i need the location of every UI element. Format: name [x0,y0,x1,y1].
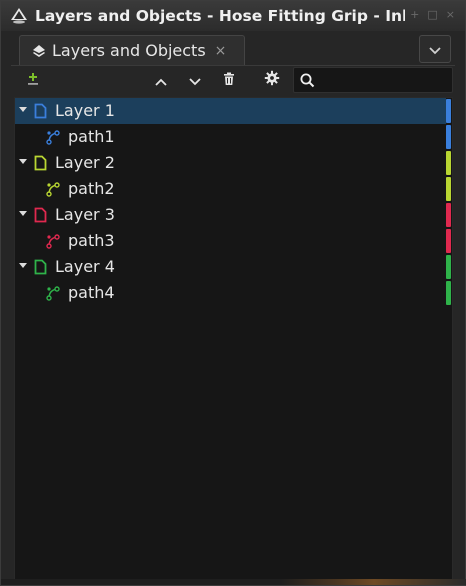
layer-color-tag[interactable] [446,229,451,253]
search-icon [300,73,315,92]
object-label: path3 [68,231,115,250]
expander-triangle-icon[interactable] [19,263,27,268]
add-layer-icon [26,71,40,90]
layer-color-tag[interactable] [446,125,451,149]
window-title: Layers and Objects - Hose Fitting Grip -… [35,7,405,25]
expander-triangle-icon[interactable] [19,211,27,216]
layer-color-tag[interactable] [446,203,451,227]
window-close-button[interactable]: × [446,8,455,21]
layers-icon [32,44,46,58]
delete-button[interactable] [215,66,243,94]
window-titlebar[interactable]: Layers and Objects - Hose Fitting Grip -… [1,1,465,31]
gear-icon [264,70,280,90]
layers-tree: Layer 1 path1 Layer 2 path2 Layer 3 path… [14,97,453,581]
layer-color-tag[interactable] [446,281,451,305]
path-node-icon [45,181,61,201]
tab-layers-and-objects[interactable]: Layers and Objects × [19,35,245,65]
move-up-button[interactable] [147,66,175,94]
expander-triangle-icon[interactable] [19,107,27,112]
object-row-4[interactable]: path4 [15,280,446,306]
object-label: path1 [68,127,115,146]
object-row-1[interactable]: path1 [15,124,446,150]
expander-triangle-icon[interactable] [19,159,27,164]
layer-page-icon [34,103,47,123]
layer-row-3[interactable]: Layer 3 [15,202,446,228]
window-bottom-edge [1,579,466,585]
path-node-icon [45,233,61,253]
layer-page-icon [34,155,47,175]
object-label: path4 [68,283,115,302]
window-controls: + □ × [410,8,455,21]
layer-color-tag[interactable] [446,255,451,279]
layer-page-icon [34,259,47,279]
add-layer-button[interactable] [19,66,47,94]
dock-panel: Layers and Objects × Layer 1 path1 Layer… [11,31,455,581]
layer-color-tag[interactable] [446,151,451,175]
chevron-up-icon [155,71,167,90]
tab-label: Layers and Objects [52,41,206,60]
object-row-2[interactable]: path2 [15,176,446,202]
path-node-icon [45,129,61,149]
layer-label: Layer 3 [55,205,115,224]
layer-label: Layer 4 [55,257,115,276]
tab-menu-button[interactable] [419,35,451,63]
layer-label: Layer 1 [55,101,115,120]
chevron-down-icon [189,71,201,90]
trash-icon [223,71,235,90]
chevron-down-icon [429,40,441,59]
move-down-button[interactable] [181,66,209,94]
layer-row-4[interactable]: Layer 4 [15,254,446,280]
settings-button[interactable] [258,66,286,94]
tab-bar: Layers and Objects × [11,31,455,66]
path-node-icon [45,285,61,305]
inkscape-logo-icon [9,6,29,26]
object-row-3[interactable]: path3 [15,228,446,254]
object-label: path2 [68,179,115,198]
layers-toolbar [11,66,455,96]
layer-label: Layer 2 [55,153,115,172]
layers-objects-window: Layers and Objects - Hose Fitting Grip -… [0,0,466,586]
window-pin-button[interactable]: + [410,8,419,21]
tab-close-button[interactable]: × [215,43,227,59]
layer-color-tag[interactable] [446,99,451,123]
search-box[interactable] [293,67,453,93]
layer-color-tag[interactable] [446,177,451,201]
layer-page-icon [34,207,47,227]
layer-row-1[interactable]: Layer 1 [15,98,446,124]
window-maximize-button[interactable]: □ [427,8,437,21]
search-input[interactable] [320,70,452,92]
layer-row-2[interactable]: Layer 2 [15,150,446,176]
